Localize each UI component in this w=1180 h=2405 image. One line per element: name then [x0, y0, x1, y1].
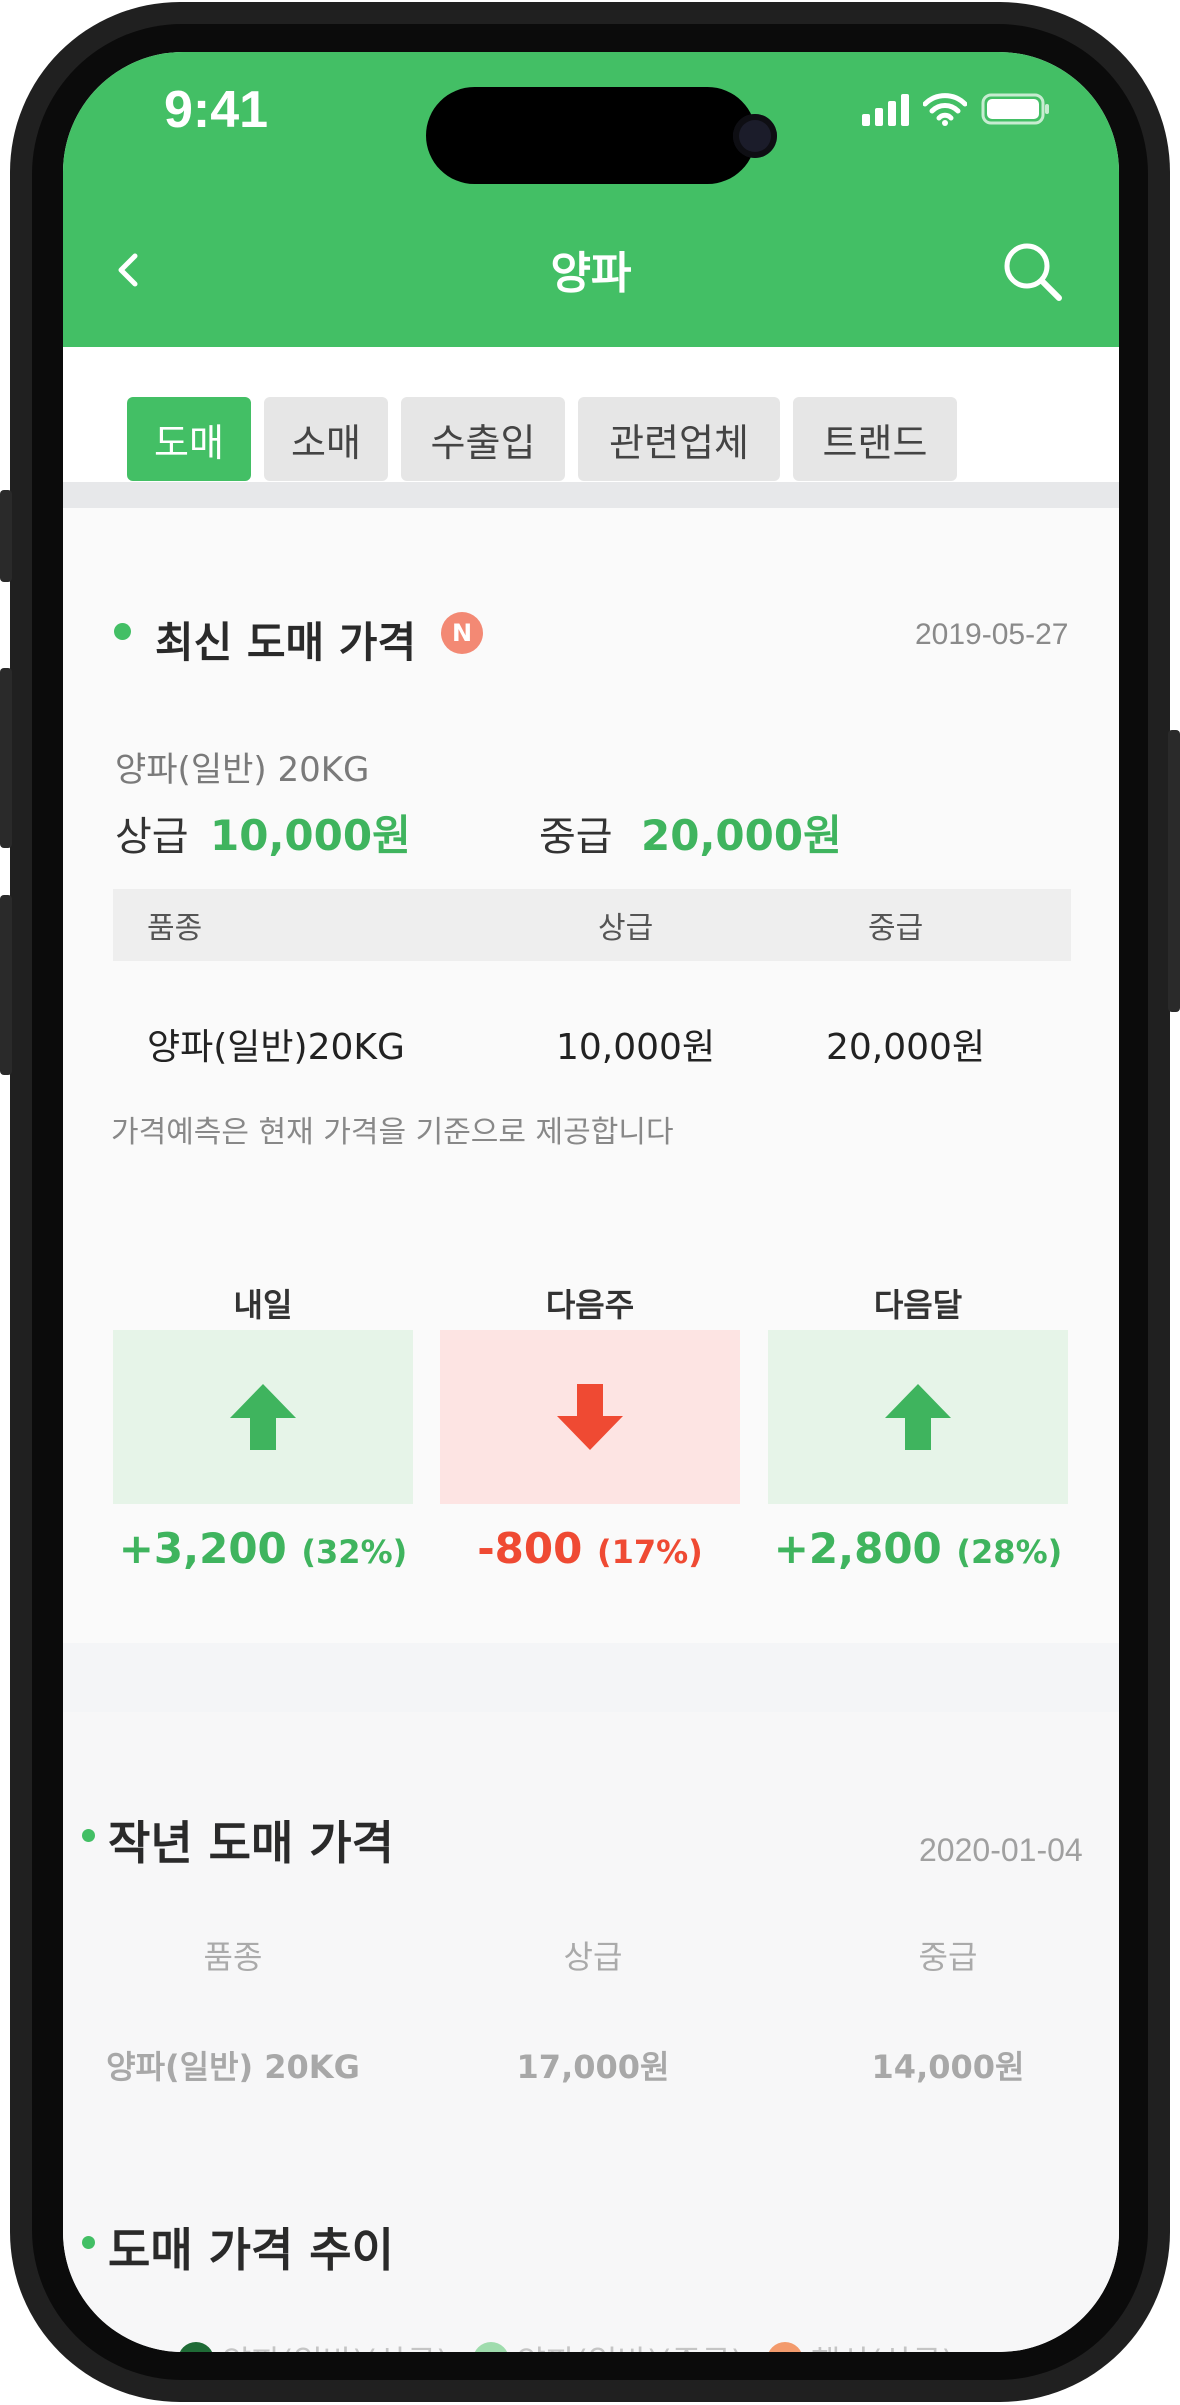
- table-cell-variety: 양파(일반)20KG: [147, 1027, 405, 1068]
- arrow-up-icon: [885, 1384, 951, 1450]
- arrow-down-icon: [557, 1384, 623, 1450]
- last-year-header-variety: 품종: [203, 1938, 263, 1976]
- table-cell-middle: 20,000원: [826, 1027, 986, 1068]
- last-year-header-middle: 중급: [918, 1938, 978, 1976]
- arrow-up-icon: [230, 1384, 296, 1450]
- legend-item: 양파(일반)(중급): [472, 2337, 744, 2352]
- legend-item: 햇산(상급): [767, 2337, 954, 2352]
- upper-grade-price: 10,000원: [210, 811, 411, 860]
- section-bullet: [114, 623, 131, 640]
- forecast-label-next-month: 다음달: [873, 1286, 963, 1324]
- phone-side-button: [0, 895, 12, 1075]
- forecast-percent: (28%): [956, 1533, 1063, 1571]
- last-year-title: 작년 도매 가격: [108, 1816, 394, 1870]
- table-row: 양파(일반)20KG 10,000원 20,000원: [113, 1014, 1071, 1074]
- legend-label: 양파(일반)(중급): [517, 2337, 744, 2352]
- forecast-box-next-month: [768, 1330, 1068, 1504]
- product-name: 양파(일반) 20KG: [115, 750, 370, 790]
- forecast-percent: (17%): [596, 1533, 703, 1571]
- forecast-value-next-month: +2,800 (28%): [768, 1524, 1068, 1573]
- section-bullet: [82, 1829, 95, 1842]
- forecast-label-tomorrow: 내일: [233, 1286, 293, 1324]
- legend-swatch: [472, 2342, 509, 2352]
- forecast-value-tomorrow: +3,200 (32%): [113, 1524, 413, 1573]
- legend-item: 양파(일반)(상급): [178, 2337, 449, 2352]
- forecast-value-next-week: -800 (17%): [440, 1524, 740, 1573]
- last-year-cell-upper: 17,000원: [516, 2048, 670, 2086]
- trend-title: 도매 가격 추이: [108, 2223, 394, 2277]
- table-cell-upper: 10,000원: [556, 1027, 716, 1068]
- table-header-variety: 품종: [147, 911, 203, 946]
- forecast-box-next-week: [440, 1330, 740, 1504]
- section-bullet: [82, 2236, 95, 2249]
- forecast-change: +3,200: [118, 1524, 287, 1573]
- middle-grade-label: 중급: [539, 814, 613, 860]
- forecast-box-tomorrow: [113, 1330, 413, 1504]
- new-badge: N: [441, 612, 483, 654]
- forecast-note: 가격예측은 현재 가격을 기준으로 제공합니다: [111, 1115, 674, 1150]
- phone-side-button: [0, 490, 12, 582]
- forecast-percent: (32%): [301, 1533, 408, 1571]
- phone-side-button: [1168, 730, 1180, 1012]
- trend-legend: 양파(일반)(상급) 양파(일반)(중급) 햇산(상급): [178, 2337, 954, 2352]
- legend-label: 햇산(상급): [811, 2337, 954, 2352]
- legend-swatch: [178, 2342, 214, 2352]
- legend-label: 양파(일반)(상급): [222, 2337, 449, 2352]
- latest-price-title: 최신 도매 가격: [155, 618, 417, 667]
- forecast-label-next-week: 다음주: [545, 1286, 635, 1324]
- forecast-change: +2,800: [773, 1524, 942, 1573]
- table-header-upper: 상급: [598, 911, 654, 946]
- price-table-header: 품종 상급 중급: [113, 889, 1071, 961]
- middle-grade-price: 20,000원: [641, 811, 842, 860]
- table-header-middle: 중급: [868, 911, 924, 946]
- legend-swatch: [767, 2342, 804, 2352]
- last-year-header-upper: 상급: [563, 1938, 623, 1976]
- forecast-change: -800: [477, 1524, 583, 1573]
- upper-grade-label: 상급: [115, 814, 189, 860]
- last-year-cell-variety: 양파(일반) 20KG: [106, 2048, 360, 2086]
- content-layer: 최신 도매 가격 N 2019-05-27 양파(일반) 20KG 상급 10,…: [63, 52, 1119, 2352]
- phone-side-button: [0, 668, 12, 848]
- latest-date: 2019-05-27: [915, 618, 1069, 651]
- last-year-date: 2020-01-04: [919, 1832, 1083, 1868]
- last-year-cell-middle: 14,000원: [871, 2048, 1025, 2086]
